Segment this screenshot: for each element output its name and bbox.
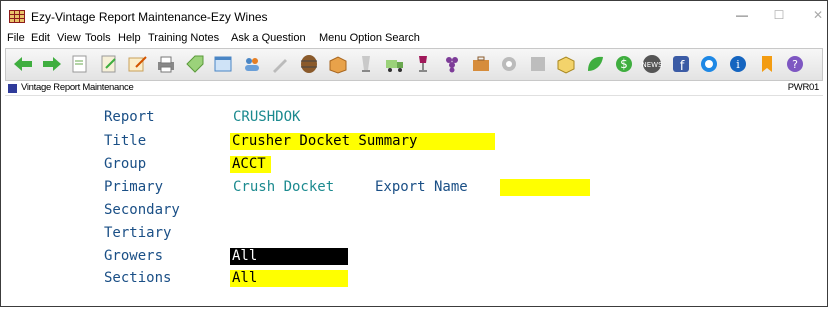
edit-document-icon[interactable] — [98, 53, 120, 75]
group-field[interactable]: ACCT — [230, 156, 271, 173]
help-icon[interactable]: ? — [784, 53, 806, 75]
forward-arrow-icon[interactable] — [41, 53, 63, 75]
menu-option-search[interactable]: Menu Option Search — [319, 32, 420, 44]
truck-icon[interactable] — [384, 53, 406, 75]
printer-icon[interactable] — [155, 53, 177, 75]
dollar-icon[interactable]: $ — [613, 53, 635, 75]
svg-text:NEWS: NEWS — [642, 61, 664, 69]
box-icon[interactable] — [327, 53, 349, 75]
menu-edit[interactable]: Edit — [31, 32, 50, 44]
app-window: Ezy-Vintage Report Maintenance-Ezy Wines… — [0, 0, 828, 307]
menu-view[interactable]: View — [57, 32, 81, 44]
menu-training-notes[interactable]: Training Notes — [148, 32, 219, 44]
growers-field[interactable]: All — [230, 248, 348, 265]
facebook-icon[interactable]: f — [670, 53, 692, 75]
sections-field[interactable]: All — [230, 270, 348, 287]
grey-square-icon[interactable] — [527, 53, 549, 75]
menu-ask-a-question[interactable]: Ask a Question — [231, 32, 306, 44]
blue-circle-icon[interactable] — [698, 53, 720, 75]
back-arrow-icon[interactable] — [12, 53, 34, 75]
new-document-icon[interactable] — [69, 53, 91, 75]
maximize-button[interactable]: ☐ — [765, 5, 793, 25]
glass-icon[interactable] — [355, 53, 377, 75]
svg-text:i: i — [736, 58, 740, 71]
svg-text:f: f — [680, 59, 685, 74]
group-label: Group — [104, 156, 147, 172]
title-label: Title — [104, 133, 147, 149]
write-document-icon[interactable] — [126, 53, 148, 75]
svg-text:$: $ — [620, 57, 628, 71]
close-button[interactable]: ✕ — [804, 5, 827, 25]
news-icon[interactable]: NEWS — [641, 53, 663, 75]
tertiary-label: Tertiary — [104, 225, 172, 241]
menu-help[interactable]: Help — [118, 32, 141, 44]
svg-text:?: ? — [792, 58, 798, 71]
bookmark-icon[interactable] — [756, 53, 778, 75]
title-field[interactable]: Crusher Docket Summary — [230, 133, 495, 150]
growers-label: Growers — [104, 248, 164, 264]
barrel-icon[interactable] — [298, 53, 320, 75]
minimize-button[interactable]: — — [728, 5, 756, 25]
report-label: Report — [104, 109, 155, 125]
window-title: Ezy-Vintage Report Maintenance-Ezy Wines — [31, 10, 268, 24]
cube-icon[interactable] — [555, 53, 577, 75]
wine-glass-icon[interactable] — [412, 53, 434, 75]
report-value[interactable]: CRUSHDOK — [233, 109, 300, 125]
gear-icon[interactable] — [498, 53, 520, 75]
info-icon[interactable]: i — [727, 53, 749, 75]
sections-label: Sections — [104, 270, 172, 286]
primary-label: Primary — [104, 179, 164, 195]
screen-title: Vintage Report Maintenance — [21, 82, 134, 93]
leaf-icon[interactable] — [584, 53, 606, 75]
secondary-label: Secondary — [104, 202, 180, 218]
pencil-icon[interactable] — [269, 53, 291, 75]
tag-icon[interactable] — [184, 53, 206, 75]
window-icon[interactable] — [212, 53, 234, 75]
grapes-icon[interactable] — [441, 53, 463, 75]
export-name-field[interactable] — [500, 179, 590, 196]
menu-tools[interactable]: Tools — [85, 32, 111, 44]
screen-title-strip: Vintage Report Maintenance PWR01 — [5, 82, 823, 96]
title-bar: Ezy-Vintage Report Maintenance-Ezy Wines… — [1, 1, 827, 31]
screen-icon — [8, 84, 17, 93]
report-form: Report CRUSHDOK Title Crusher Docket Sum… — [1, 96, 827, 306]
app-grid-icon — [9, 10, 25, 23]
toolbar: $ NEWS f i? — [5, 48, 823, 81]
primary-value[interactable]: Crush Docket — [233, 179, 334, 195]
export-name-label: Export Name — [375, 179, 468, 195]
screen-code: PWR01 — [787, 82, 820, 93]
menu-file[interactable]: File — [7, 32, 25, 44]
briefcase-icon[interactable] — [470, 53, 492, 75]
users-icon[interactable] — [241, 53, 263, 75]
menu-bar: File Edit View Tools Help Training Notes… — [1, 31, 827, 47]
